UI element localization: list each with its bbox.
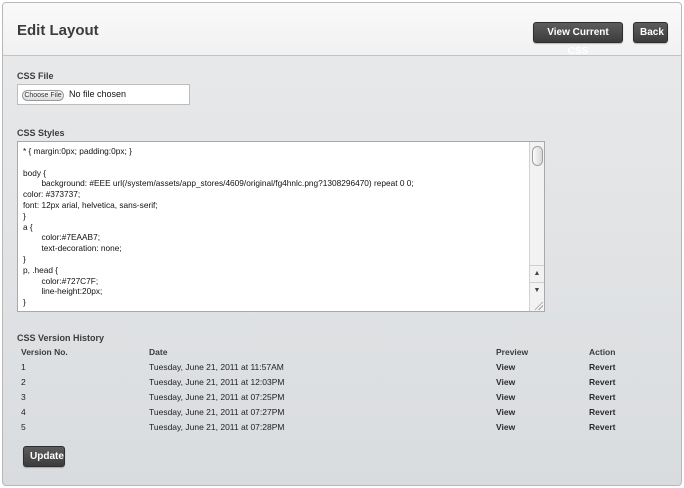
column-header-preview: Preview (496, 347, 529, 357)
table-row: 3 Tuesday, June 21, 2011 at 07:25PM View… (17, 392, 657, 406)
view-link[interactable]: View (496, 422, 515, 432)
column-header-version: Version No. (21, 347, 68, 357)
revert-link[interactable]: Revert (589, 392, 615, 402)
table-header-row: Version No. Date Preview Action (17, 347, 657, 361)
scroll-down-arrow-icon[interactable]: ▼ (530, 282, 544, 297)
view-link[interactable]: View (496, 392, 515, 402)
table-row: 4 Tuesday, June 21, 2011 at 07:27PM View… (17, 407, 657, 421)
scrollbar-thumb[interactable] (532, 146, 543, 166)
css-version-history-label: CSS Version History (17, 333, 105, 343)
update-button[interactable]: Update (23, 446, 65, 467)
scroll-up-arrow-icon[interactable]: ▲ (530, 265, 544, 280)
css-styles-content[interactable]: * { margin:0px; padding:0px; } body { ba… (23, 146, 523, 308)
css-styles-label: CSS Styles (17, 128, 65, 138)
table-row: 5 Tuesday, June 21, 2011 at 07:28PM View… (17, 422, 657, 436)
view-link[interactable]: View (496, 377, 515, 387)
edit-layout-panel: Edit Layout View Current CSS Back CSS Fi… (2, 2, 682, 486)
version-date: Tuesday, June 21, 2011 at 12:03PM (149, 377, 285, 387)
css-file-label: CSS File (17, 71, 54, 81)
page-title: Edit Layout (17, 22, 99, 39)
view-link[interactable]: View (496, 362, 515, 372)
revert-link[interactable]: Revert (589, 362, 615, 372)
version-number: 3 (21, 392, 26, 402)
css-styles-textarea[interactable]: * { margin:0px; padding:0px; } body { ba… (17, 141, 545, 312)
version-number: 4 (21, 407, 26, 417)
css-file-input[interactable]: Choose File No file chosen (17, 84, 190, 105)
revert-link[interactable]: Revert (589, 407, 615, 417)
column-header-action: Action (589, 347, 616, 357)
version-date: Tuesday, June 21, 2011 at 07:28PM (149, 422, 285, 432)
header-bar: Edit Layout View Current CSS Back (3, 3, 681, 57)
version-number: 5 (21, 422, 26, 432)
version-date: Tuesday, June 21, 2011 at 11:57AM (149, 362, 284, 372)
table-row: 1 Tuesday, June 21, 2011 at 11:57AM View… (17, 362, 657, 376)
revert-link[interactable]: Revert (589, 377, 615, 387)
choose-file-button[interactable]: Choose File (22, 90, 64, 101)
version-date: Tuesday, June 21, 2011 at 07:25PM (149, 392, 285, 402)
column-header-date: Date (149, 347, 168, 357)
table-row: 2 Tuesday, June 21, 2011 at 12:03PM View… (17, 377, 657, 391)
version-date: Tuesday, June 21, 2011 at 07:27PM (149, 407, 285, 417)
view-link[interactable]: View (496, 407, 515, 417)
back-button[interactable]: Back (633, 22, 668, 43)
version-number: 2 (21, 377, 26, 387)
revert-link[interactable]: Revert (589, 422, 615, 432)
file-status-text: No file chosen (69, 89, 127, 99)
textarea-scrollbar[interactable]: ▲ ▼ (529, 142, 544, 311)
view-current-css-button[interactable]: View Current CSS (533, 22, 623, 57)
resize-handle-icon[interactable] (535, 302, 543, 310)
version-number: 1 (21, 362, 26, 372)
